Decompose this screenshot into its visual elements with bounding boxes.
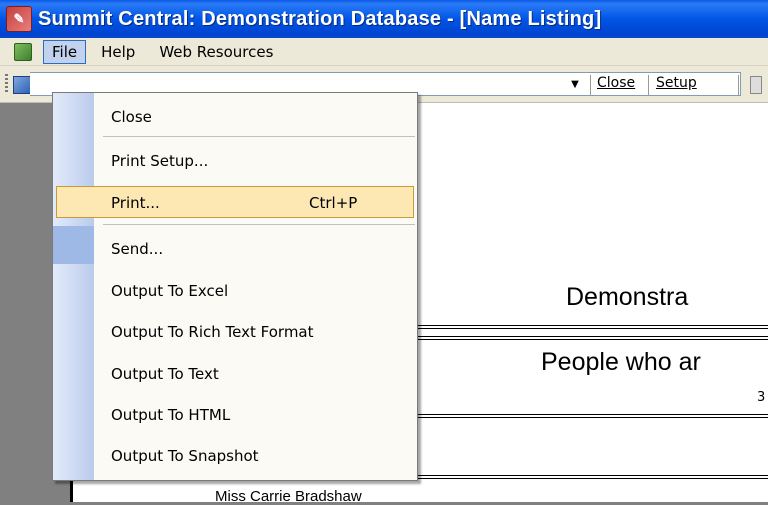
menu-web-resources[interactable]: Web Resources <box>150 40 282 64</box>
app-icon[interactable]: ✎ <box>6 6 32 32</box>
menu-item-print-setup[interactable]: Print Setup... <box>111 152 208 170</box>
menu-item-output-rtf[interactable]: Output To Rich Text Format <box>111 323 314 341</box>
divider <box>415 325 768 326</box>
divider <box>415 475 768 476</box>
divider <box>415 417 768 418</box>
report-title: Demonstra <box>566 283 689 311</box>
menu-item-print[interactable]: Print... <box>111 194 160 212</box>
divider <box>415 478 768 479</box>
divider <box>415 336 768 337</box>
menu-separator <box>103 136 415 137</box>
menu-item-close[interactable]: Close <box>111 108 152 126</box>
setup-button[interactable]: Setup <box>656 75 697 91</box>
divider <box>415 339 768 340</box>
chevron-down-icon[interactable]: ▼ <box>566 74 584 94</box>
form-icon[interactable] <box>14 42 32 61</box>
menu-icon-strip <box>53 93 94 480</box>
menu-highlight <box>56 186 414 218</box>
menu-item-output-text[interactable]: Output To Text <box>111 365 219 383</box>
zoom-icon[interactable] <box>13 76 31 94</box>
menu-separator <box>103 224 415 225</box>
menu-item-output-excel[interactable]: Output To Excel <box>111 282 228 300</box>
menu-item-send[interactable]: Send... <box>111 240 163 258</box>
report-row: Miss Carrie Bradshaw <box>215 488 362 505</box>
report-subtitle: People who ar <box>541 348 701 376</box>
toolbar-grip[interactable] <box>5 74 8 94</box>
menu-bar: File Help Web Resources <box>0 38 768 66</box>
toolbar-separator <box>738 75 740 95</box>
title-bar: ✎ Summit Central: Demonstration Database… <box>0 0 768 38</box>
menu-help[interactable]: Help <box>92 40 144 64</box>
divider <box>415 414 768 415</box>
toolbar-separator <box>648 75 650 95</box>
menu-icon-strip-highlight <box>53 226 94 264</box>
file-menu: Close Print Setup... Print... Ctrl+P Sen… <box>52 92 418 481</box>
toolbar-separator <box>590 75 592 95</box>
close-button[interactable]: Close <box>597 75 635 91</box>
menu-item-output-snapshot[interactable]: Output To Snapshot <box>111 447 259 465</box>
divider <box>415 328 768 329</box>
report-count: 3 <box>757 390 766 405</box>
workspace-background <box>0 103 38 502</box>
print-shortcut: Ctrl+P <box>309 194 358 212</box>
toolbar-button-icon[interactable] <box>750 76 762 94</box>
menu-file[interactable]: File <box>43 39 87 64</box>
menu-item-output-html[interactable]: Output To HTML <box>111 406 230 424</box>
window-title: Summit Central: Demonstration Database -… <box>38 7 602 30</box>
